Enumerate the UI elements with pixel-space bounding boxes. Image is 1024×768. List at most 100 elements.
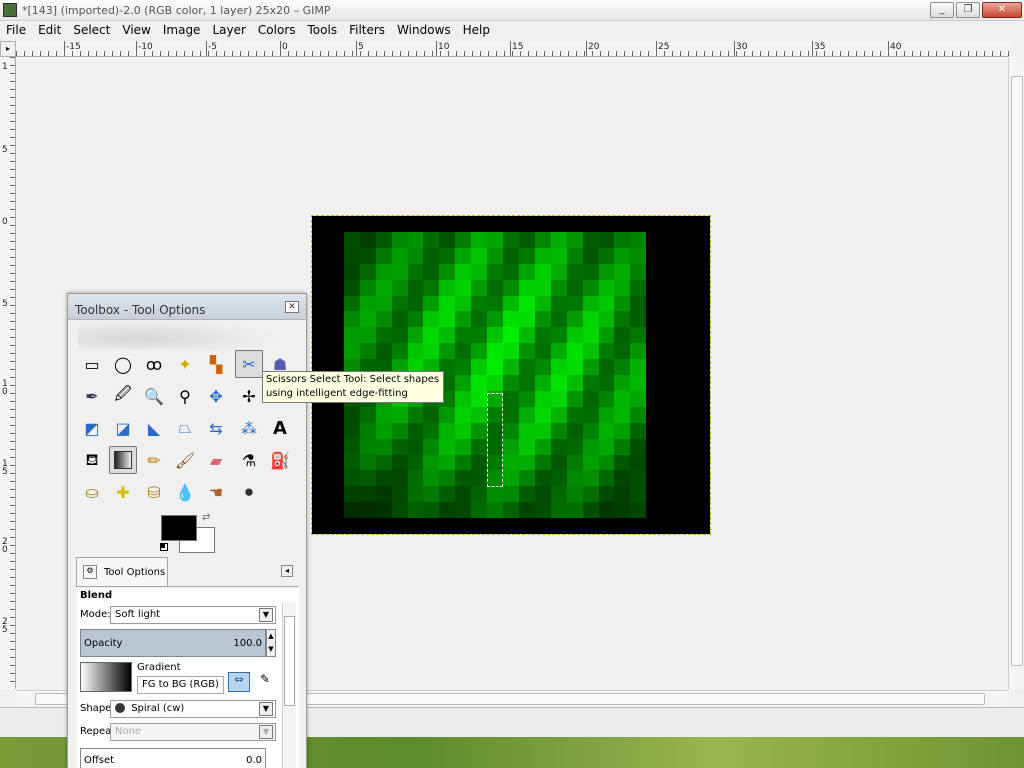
ink-icon[interactable]: ⛽ xyxy=(266,446,294,474)
toolbox-title: Toolbox - Tool Options xyxy=(75,303,206,317)
menu-select[interactable]: Select xyxy=(67,21,116,41)
close-button[interactable]: ✕ xyxy=(982,2,1022,18)
repeat-value: None xyxy=(115,726,142,737)
menu-edit[interactable]: Edit xyxy=(32,21,67,41)
selection-marquee xyxy=(487,393,503,487)
vertical-scroll-thumb[interactable] xyxy=(1011,76,1023,666)
offset-label: Offset xyxy=(84,755,115,766)
tool-options-icon: ⚙ xyxy=(83,565,97,579)
tab-tool-options[interactable]: ⚙ Tool Options xyxy=(76,557,168,587)
spiral-icon xyxy=(115,703,125,713)
opacity-spinner[interactable]: ▲ ▼ xyxy=(266,629,276,657)
perspective-clone-icon[interactable]: ⛁ xyxy=(140,478,168,506)
rect-select-icon[interactable]: ▭ xyxy=(78,350,106,378)
measure-icon[interactable]: ⚲ xyxy=(171,382,199,410)
vruler-label: 2 5 xyxy=(2,617,8,635)
align-icon[interactable]: ✢ xyxy=(235,382,263,410)
swap-colors-icon[interactable]: ⇄ xyxy=(202,512,210,523)
default-colors-icon[interactable] xyxy=(160,543,168,551)
eraser-icon[interactable]: ▰ xyxy=(202,446,230,474)
window-titlebar: *[143] (imported)-2.0 (RGB color, 1 laye… xyxy=(0,0,1024,21)
edit-gradient-icon[interactable]: ✎ xyxy=(255,672,275,692)
menu-help[interactable]: Help xyxy=(457,21,496,41)
text-tool-icon[interactable]: A xyxy=(266,414,294,442)
ruler-corner-button[interactable]: ▸ xyxy=(0,41,16,57)
opacity-slider[interactable]: Opacity 100.0 xyxy=(80,629,266,657)
hruler-label: 15 xyxy=(512,42,524,52)
dodge-burn-icon[interactable]: ⚫ xyxy=(235,478,263,506)
menu-colors[interactable]: Colors xyxy=(252,21,302,41)
opacity-value: 100.0 xyxy=(233,638,262,649)
scale-icon[interactable]: ◣ xyxy=(140,414,168,442)
clone-icon[interactable]: ⛀ xyxy=(78,478,106,506)
menu-tools[interactable]: Tools xyxy=(302,21,344,41)
move-icon[interactable]: ✥ xyxy=(202,382,230,410)
scissors-select-icon[interactable]: ✂ xyxy=(235,350,263,378)
blend-section-title: Blend xyxy=(80,590,113,601)
crop-icon[interactable]: ◩ xyxy=(78,414,106,442)
gradient-name: FG to BG (RGB) xyxy=(137,676,224,694)
shear-icon[interactable]: ⏢ xyxy=(171,414,199,442)
toolbox-close-icon[interactable]: ✕ xyxy=(285,301,299,313)
gradient-label: Gradient xyxy=(137,662,181,673)
smudge-icon[interactable]: ☚ xyxy=(202,478,230,506)
ellipse-select-icon[interactable]: ◯ xyxy=(109,350,137,378)
flip-icon[interactable]: ⇆ xyxy=(202,414,230,442)
vruler-label: 2 0 xyxy=(2,537,8,555)
menu-image[interactable]: Image xyxy=(157,21,207,41)
fuzzy-select-icon[interactable]: ✦ xyxy=(171,350,199,378)
lasso-select-icon[interactable]: ꝏ xyxy=(140,350,168,378)
paintbrush-icon[interactable]: 🖌 xyxy=(171,446,199,474)
options-scrollbar[interactable] xyxy=(282,602,296,768)
scissors-tooltip: Scissors Select Tool: Select shapes usin… xyxy=(262,371,444,403)
menu-file[interactable]: File xyxy=(0,21,32,41)
mode-combo[interactable]: Soft light ▼ xyxy=(110,606,276,624)
maximize-button[interactable]: ❐ xyxy=(956,2,980,18)
toolbox-window: Toolbox - Tool Options ✕ ▭ ◯ ꝏ ✦ ▚ ✂ ☗ ✒… xyxy=(67,293,307,768)
hruler-label: 20 xyxy=(588,42,600,52)
menu-filters[interactable]: Filters xyxy=(343,21,391,41)
options-scroll-thumb[interactable] xyxy=(284,616,295,706)
minimize-button[interactable]: _ xyxy=(930,2,954,18)
shape-value: Spiral (cw) xyxy=(131,703,185,714)
toolbox-titlebar: Toolbox - Tool Options ✕ xyxy=(68,294,306,320)
shape-combo[interactable]: Spiral (cw) ▼ xyxy=(110,700,276,718)
bucket-fill-icon[interactable]: ⛾ xyxy=(78,446,106,474)
blend-tool-icon[interactable] xyxy=(109,446,137,474)
opacity-label: Opacity xyxy=(84,638,123,649)
pencil-icon[interactable]: ✏ xyxy=(140,446,168,474)
reverse-gradient-icon[interactable]: ⇔ xyxy=(228,672,250,692)
foreground-color-swatch[interactable] xyxy=(161,515,197,541)
tab-tool-options-label: Tool Options xyxy=(104,567,166,578)
cage-transform-icon[interactable]: ⁂ xyxy=(235,414,263,442)
mode-value: Soft light xyxy=(115,609,161,620)
tab-menu-icon[interactable]: ◂ xyxy=(281,565,293,577)
zoom-icon[interactable]: 🔍 xyxy=(140,382,168,410)
offset-slider[interactable]: Offset 0.0 xyxy=(80,748,266,768)
menu-layer[interactable]: Layer xyxy=(206,21,251,41)
mode-label: Mode: xyxy=(80,609,111,620)
wilber-decoration xyxy=(78,320,278,350)
vruler-label: 5 xyxy=(2,145,8,155)
chevron-down-icon[interactable]: ▼ xyxy=(259,702,273,716)
color-picker-icon[interactable]: 🖉 xyxy=(109,382,137,410)
horizontal-ruler: -15 -10 -5 0 5 10 15 20 25 30 35 40 xyxy=(16,41,1009,57)
paths-icon[interactable]: ✒ xyxy=(78,382,106,410)
menu-windows[interactable]: Windows xyxy=(391,21,457,41)
vruler-label: 0 xyxy=(2,217,8,227)
repeat-combo: None ▼ xyxy=(110,723,276,741)
heal-icon[interactable]: ✚ xyxy=(109,478,137,506)
window-title: *[143] (imported)-2.0 (RGB color, 1 laye… xyxy=(22,4,331,17)
rotate-icon[interactable]: ◪ xyxy=(109,414,137,442)
blur-icon[interactable]: 💧 xyxy=(171,478,199,506)
airbrush-icon[interactable]: ⚗ xyxy=(235,446,263,474)
menu-view[interactable]: View xyxy=(116,21,156,41)
menubar: File Edit Select View Image Layer Colors… xyxy=(0,21,1024,41)
vertical-scrollbar[interactable] xyxy=(1008,58,1024,690)
color-select-icon[interactable]: ▚ xyxy=(202,350,230,378)
chevron-down-icon[interactable]: ▼ xyxy=(259,608,273,622)
vertical-ruler: 1 5 0 5 1 0 1 5 2 0 2 5 xyxy=(0,57,16,689)
gradient-preview[interactable] xyxy=(80,662,132,692)
offset-value: 0.0 xyxy=(246,755,262,766)
hruler-label: -10 xyxy=(138,42,153,52)
